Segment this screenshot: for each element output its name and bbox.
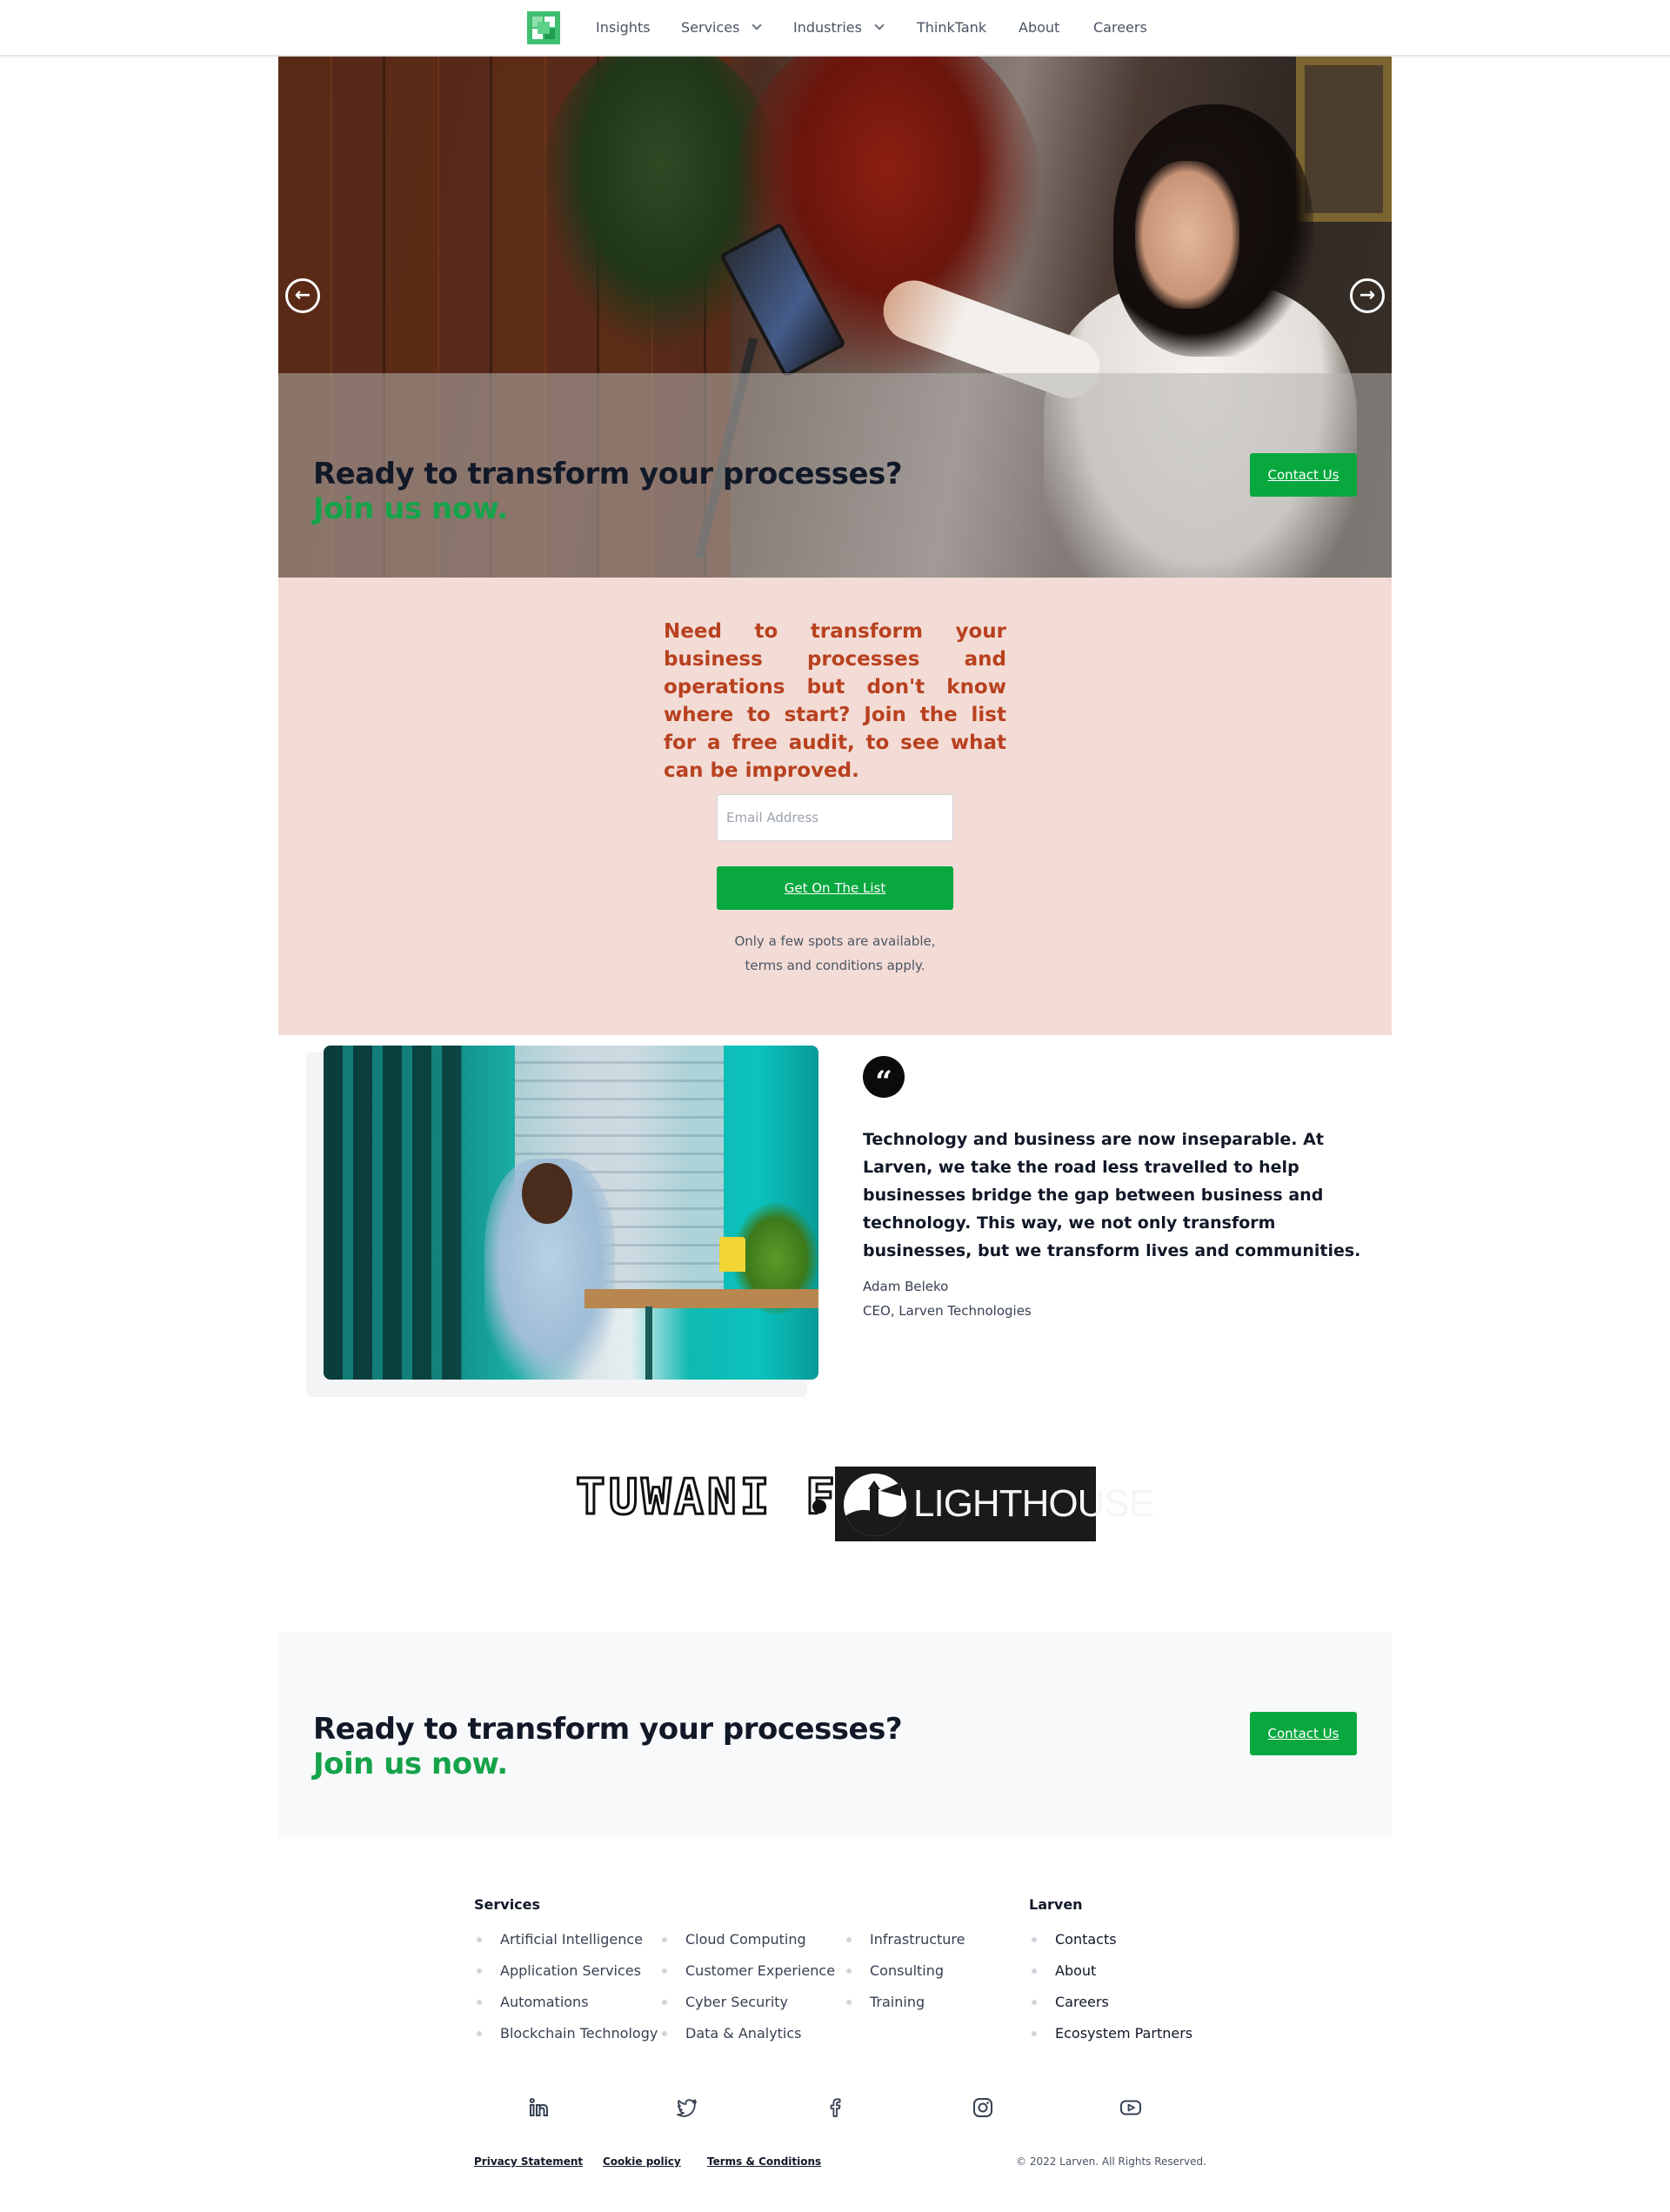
testimonial-photo bbox=[324, 1046, 818, 1380]
lighthouse-emblem-icon bbox=[844, 1474, 906, 1536]
nav-industries[interactable]: Industries bbox=[793, 19, 885, 36]
chevron-down-icon bbox=[752, 20, 763, 30]
footer-larven-links: Contacts About Careers Ecosystem Partner… bbox=[1029, 1924, 1192, 2049]
privacy-statement-link[interactable]: Privacy Statement bbox=[474, 2155, 583, 2168]
footer-link[interactable]: Training bbox=[844, 1987, 965, 2018]
cookie-policy-link[interactable]: Cookie policy bbox=[603, 2155, 681, 2168]
photo-desk bbox=[584, 1289, 818, 1308]
arrow-right-circle-icon: → bbox=[1359, 284, 1376, 306]
photo-door-frame bbox=[324, 1046, 463, 1380]
top-navigation: Insights Services Industries ThinkTank A… bbox=[0, 0, 1670, 57]
nav-about[interactable]: About bbox=[1019, 19, 1059, 36]
cta-title: Ready to transform your processes? bbox=[313, 1712, 903, 1747]
footer-link[interactable]: Consulting bbox=[844, 1955, 965, 1987]
audit-note: Only a few spots are available, terms an… bbox=[717, 929, 953, 978]
tuwani-logo: TUWANI F bbox=[575, 1469, 838, 1526]
twitter-icon[interactable] bbox=[676, 2096, 698, 2119]
photo-desk-leg bbox=[645, 1306, 652, 1380]
audit-signup-section: Need to transform your business processe… bbox=[278, 578, 1392, 1035]
linkedin-icon[interactable] bbox=[528, 2096, 551, 2119]
lighthouse-logo: LIGHTHOUSE bbox=[835, 1467, 1154, 1541]
testimonial-author-name: Adam Beleko bbox=[863, 1279, 949, 1294]
cta-banner: Ready to transform your processes? Join … bbox=[278, 1632, 1392, 1837]
footer-link[interactable]: Application Services bbox=[474, 1955, 658, 1987]
footer-link[interactable]: Customer Experience bbox=[659, 1955, 835, 1987]
copyright-text: © 2022 Larven. All Rights Reserved. bbox=[1016, 2155, 1206, 2168]
footer-services-col-3: Infrastructure Consulting Training bbox=[844, 1924, 965, 2018]
footer-services-heading: Services bbox=[474, 1896, 541, 1913]
chevron-down-icon bbox=[874, 20, 885, 30]
get-on-list-button[interactable]: Get On The List bbox=[717, 866, 953, 910]
nav-careers[interactable]: Careers bbox=[1093, 19, 1147, 36]
audit-note-line-2: terms and conditions apply. bbox=[745, 958, 925, 973]
footer-larven-heading: Larven bbox=[1029, 1896, 1083, 1913]
footer-link[interactable]: Contacts bbox=[1029, 1924, 1192, 1955]
footer-link[interactable]: Careers bbox=[1029, 1987, 1192, 2018]
photo-person-head bbox=[522, 1163, 572, 1224]
terms-conditions-link[interactable]: Terms & Conditions bbox=[707, 2155, 821, 2168]
email-field[interactable] bbox=[717, 794, 953, 841]
instagram-icon[interactable] bbox=[972, 2096, 994, 2119]
tuwani-logo-dot bbox=[812, 1500, 826, 1514]
footer-link[interactable]: Blockchain Technology bbox=[474, 2018, 658, 2049]
footer-services-col-2: Cloud Computing Customer Experience Cybe… bbox=[659, 1924, 835, 2049]
footer-services-col-1: Artificial Intelligence Application Serv… bbox=[474, 1924, 658, 2049]
arrow-left-circle-icon: ← bbox=[294, 284, 311, 306]
hero-contact-button[interactable]: Contact Us bbox=[1250, 453, 1357, 497]
youtube-icon[interactable] bbox=[1119, 2096, 1142, 2119]
lighthouse-logo-text: LIGHTHOUSE bbox=[913, 1482, 1154, 1525]
cta-subtitle: Join us now. bbox=[313, 1747, 508, 1781]
nav-thinktank-label: ThinkTank bbox=[917, 19, 987, 36]
larven-logo[interactable] bbox=[527, 11, 560, 44]
hero-subtitle: Join us now. bbox=[313, 491, 508, 526]
testimonial-quote: Technology and business are now insepara… bbox=[863, 1130, 1361, 1260]
photo-lamp bbox=[719, 1237, 745, 1272]
quote-icon: “ bbox=[863, 1056, 905, 1098]
footer-link[interactable]: Infrastructure bbox=[844, 1924, 965, 1955]
nav-industries-label: Industries bbox=[793, 19, 862, 36]
nav-careers-label: Careers bbox=[1093, 19, 1147, 36]
audit-description: Need to transform your business processe… bbox=[664, 620, 1006, 782]
nav-services-label: Services bbox=[681, 19, 740, 36]
hero-carousel: ← → Ready to transform your processes? J… bbox=[278, 57, 1392, 578]
facebook-icon[interactable] bbox=[824, 2096, 846, 2119]
carousel-prev-button[interactable]: ← bbox=[285, 278, 320, 313]
footer-link[interactable]: Data & Analytics bbox=[659, 2018, 835, 2049]
carousel-next-button[interactable]: → bbox=[1350, 278, 1385, 313]
nav-about-label: About bbox=[1019, 19, 1060, 36]
footer-link[interactable]: Cyber Security bbox=[659, 1987, 835, 2018]
footer-link[interactable]: Cloud Computing bbox=[659, 1924, 835, 1955]
footer-link[interactable]: Ecosystem Partners bbox=[1029, 2018, 1192, 2049]
audit-note-line-1: Only a few spots are available, bbox=[734, 933, 936, 949]
footer-link[interactable]: Artificial Intelligence bbox=[474, 1924, 658, 1955]
hero-image-person-face bbox=[1135, 161, 1239, 309]
nav-insights[interactable]: Insights bbox=[596, 19, 651, 36]
cta-contact-button[interactable]: Contact Us bbox=[1250, 1712, 1357, 1755]
footer-link[interactable]: About bbox=[1029, 1955, 1192, 1987]
nav-insights-label: Insights bbox=[596, 19, 651, 36]
footer-link[interactable]: Automations bbox=[474, 1987, 658, 2018]
nav-services[interactable]: Services bbox=[681, 19, 763, 36]
testimonial-author-role: CEO, Larven Technologies bbox=[863, 1303, 1032, 1319]
hero-title: Ready to transform your processes? bbox=[313, 457, 903, 491]
nav-thinktank[interactable]: ThinkTank bbox=[917, 19, 986, 36]
